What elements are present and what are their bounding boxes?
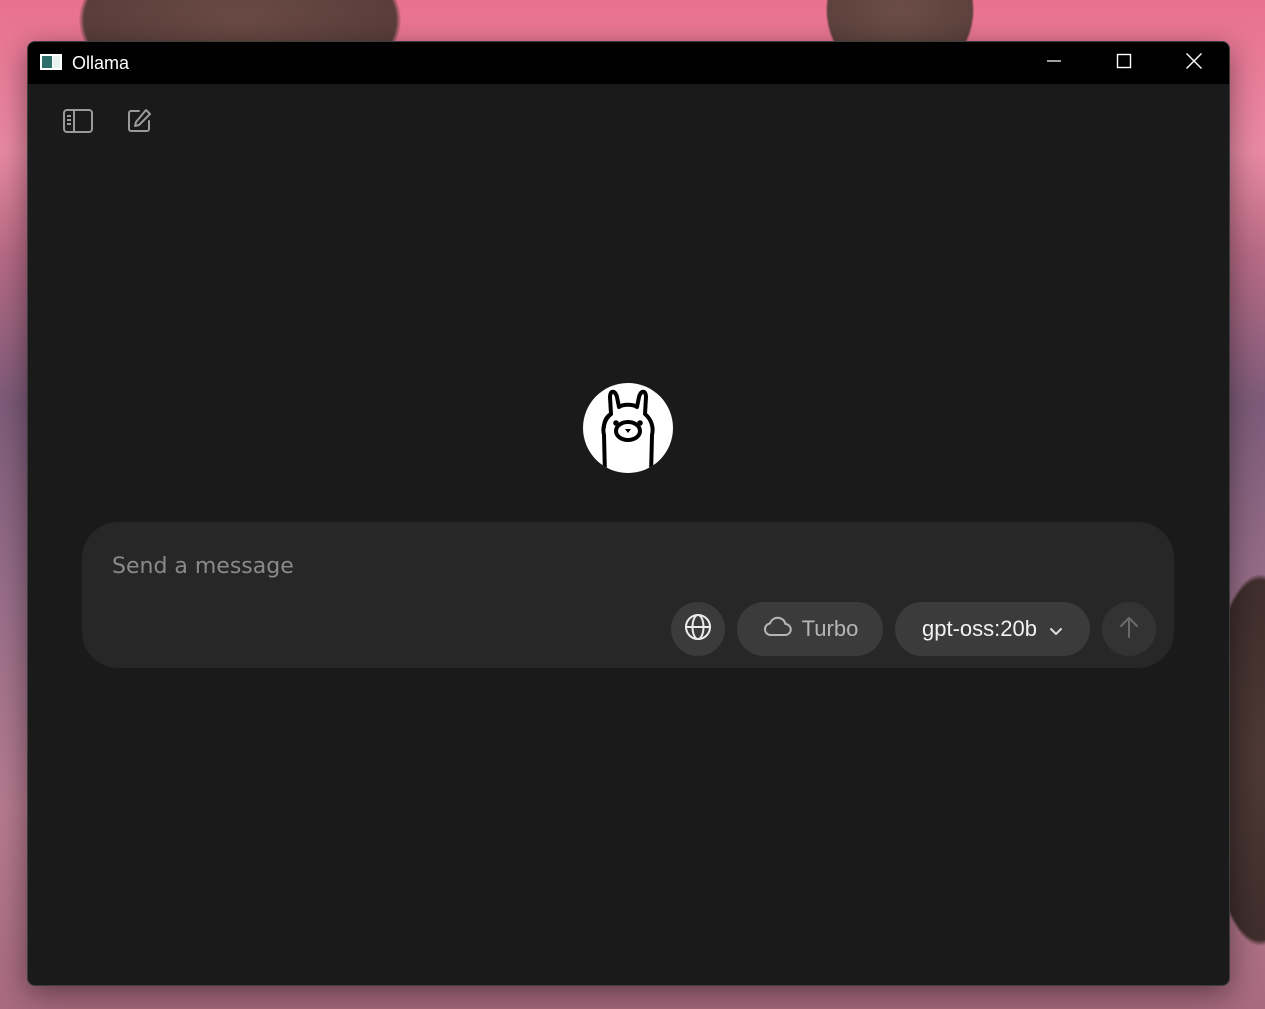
- minimize-icon: [1046, 53, 1062, 74]
- minimize-button[interactable]: [1019, 42, 1089, 84]
- globe-icon: [684, 613, 712, 646]
- desktop-background: Ollama Send a message Turbo gpt-oss:20b: [0, 0, 1265, 1009]
- window-title: Ollama: [72, 53, 130, 73]
- turbo-button[interactable]: Turbo: [737, 602, 883, 656]
- message-input[interactable]: [112, 550, 1012, 582]
- turbo-label: Turbo: [801, 616, 859, 641]
- sidebar-icon: [62, 108, 94, 139]
- new-chat-icon: [125, 107, 153, 140]
- cloud-icon: [762, 615, 802, 643]
- send-button[interactable]: [1102, 602, 1156, 656]
- sidebar-toggle-button[interactable]: [60, 105, 96, 141]
- app-icon: [40, 54, 62, 70]
- web-search-button[interactable]: [671, 602, 725, 656]
- arrow-up-icon: [1117, 614, 1141, 645]
- maximize-button[interactable]: [1089, 42, 1159, 84]
- close-button[interactable]: [1159, 42, 1229, 84]
- ollama-logo: [583, 383, 673, 473]
- chevron-down-icon: [1037, 616, 1063, 642]
- title-bar[interactable]: Ollama: [28, 42, 1229, 84]
- model-selector[interactable]: gpt-oss:20b: [895, 602, 1090, 656]
- model-label: gpt-oss:20b: [922, 616, 1037, 641]
- new-chat-button[interactable]: [121, 105, 157, 141]
- app-window: Ollama Send a message Turbo gpt-oss:20b: [27, 41, 1230, 986]
- close-icon: [1185, 52, 1203, 75]
- message-composer: Turbo gpt-oss:20b: [82, 522, 1174, 668]
- maximize-icon: [1116, 53, 1132, 74]
